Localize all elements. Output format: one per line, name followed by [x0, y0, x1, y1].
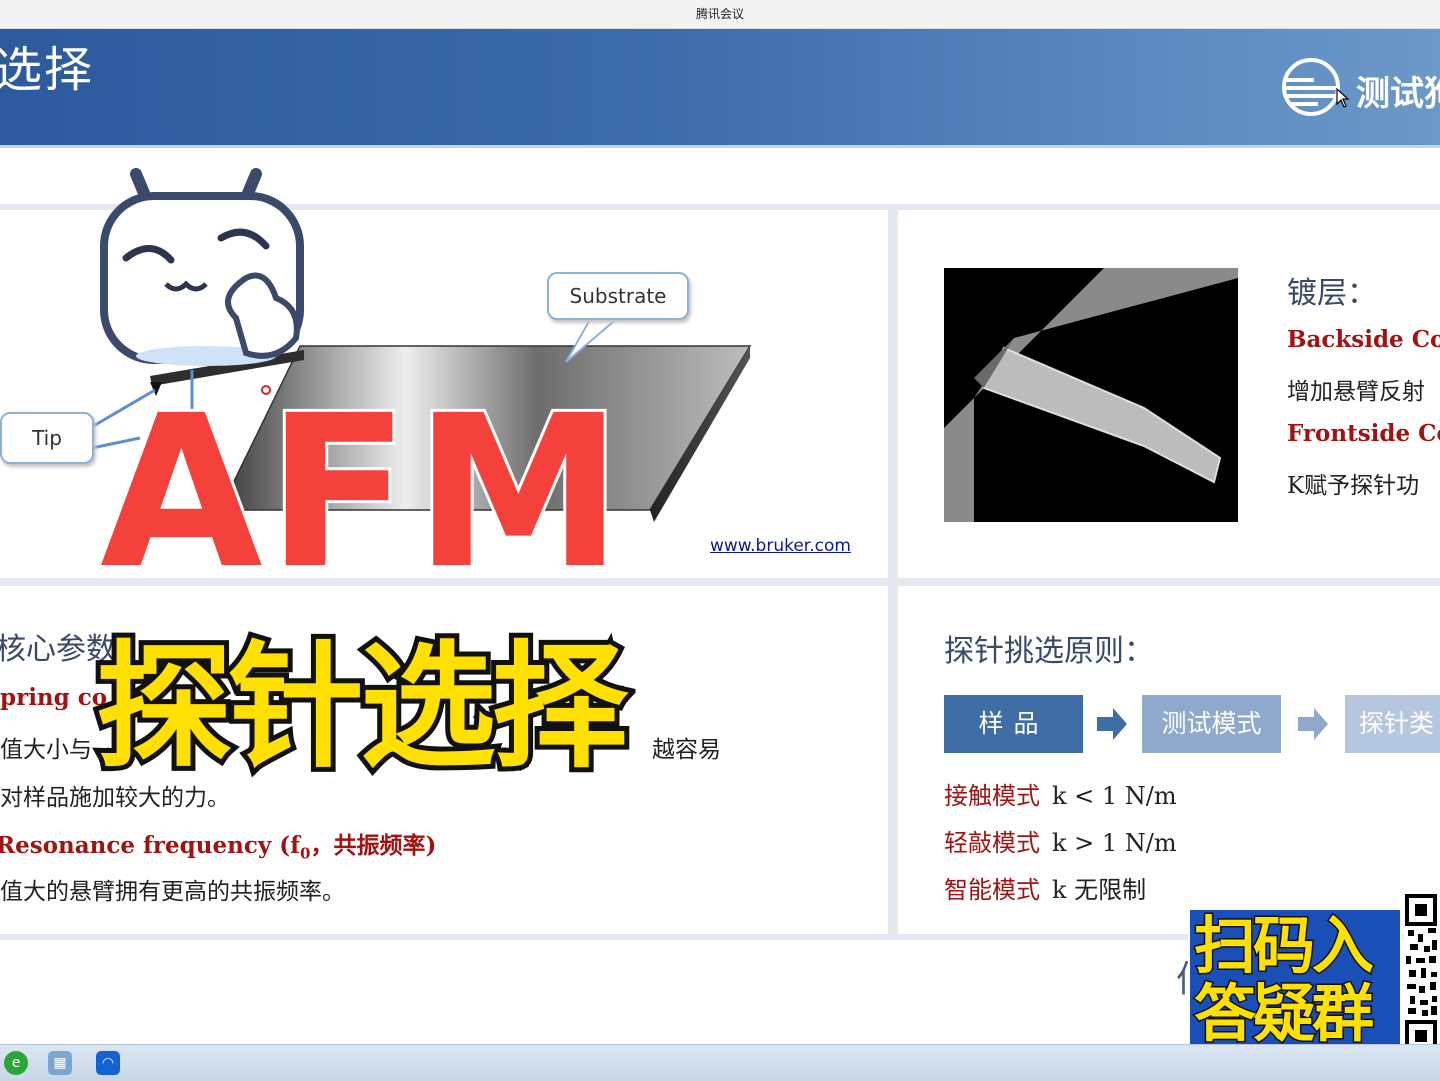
coating-title: 镀层：: [1287, 276, 1377, 311]
control-panel-icon[interactable]: ▦: [48, 1051, 72, 1075]
substrate-label: Substrate: [547, 272, 689, 320]
mode-name: 智能模式: [944, 876, 1040, 904]
backside-coating-label: Backside Coa: [1287, 326, 1440, 353]
cantilever-sem-image: [944, 268, 1238, 522]
resonance-label: Resonance frequency (f0，共振频率): [0, 826, 436, 863]
brand-logo-icon: [1282, 58, 1340, 116]
step-sample: 样品: [944, 695, 1083, 753]
mode-value: k > 1 N/m: [1052, 829, 1177, 857]
frontside-coating-label: Frontside Coa: [1287, 420, 1440, 447]
bruker-source-link[interactable]: www.bruker.com: [710, 536, 851, 556]
qr-promo-line2: 答疑群: [1192, 977, 1375, 1050]
spring-constant-label: pring co: [0, 684, 108, 711]
qr-promo-banner[interactable]: 扫码入 答疑群: [1188, 908, 1402, 1050]
mode-name: 接触模式: [944, 782, 1040, 810]
backside-coating-desc: 增加悬臂反射: [1287, 379, 1425, 405]
slide-header: [0, 29, 1440, 145]
window-title-bar: 腾讯会议: [0, 0, 1440, 29]
arrow-right-icon: [1097, 708, 1127, 740]
probe-selection-overlay-text: 探针选择: [91, 624, 633, 792]
tip-label: Tip: [0, 412, 94, 464]
qr-promo-text: 扫码入 答疑群: [1192, 909, 1375, 1050]
window-title: 腾讯会议: [695, 7, 744, 21]
mode-value: k < 1 N/m: [1052, 782, 1177, 810]
qr-code-icon[interactable]: [1404, 894, 1440, 1052]
tencent-meeting-icon[interactable]: ◠: [96, 1051, 120, 1075]
arrow-right-icon: [1298, 708, 1328, 740]
resonance-label-end: ，共振频率): [310, 832, 437, 859]
qr-promo-line1: 扫码入: [1192, 909, 1375, 982]
mode-smart: 智能模式 k 无限制: [944, 870, 1146, 905]
taskbar: e ▦ ◠: [0, 1044, 1440, 1081]
afm-overlay-text: AFM: [97, 370, 627, 615]
mode-contact: 接触模式 k < 1 N/m: [944, 776, 1177, 811]
mode-tapping: 轻敲模式 k > 1 N/m: [944, 823, 1177, 858]
mouse-cursor-icon: [1336, 88, 1350, 108]
header-divider: [0, 145, 1440, 148]
step-test-mode: 测试模式: [1142, 695, 1281, 753]
slide-title: 选择: [0, 42, 95, 98]
spring-desc-start: 值大小与: [0, 737, 92, 763]
frontside-coating-desc: K赋予探针功: [1287, 473, 1420, 499]
mode-name: 轻敲模式: [944, 829, 1040, 857]
resonance-desc: 值大的悬臂拥有更高的共振频率。: [0, 879, 345, 905]
step-probe-type: 探针类: [1345, 695, 1440, 753]
resonance-label-text: Resonance frequency (f: [0, 832, 300, 859]
resonance-subscript: 0: [300, 844, 311, 863]
mascot-sticker-icon: [100, 168, 304, 366]
principle-title: 探针挑选原则：: [944, 634, 1154, 669]
spring-desc-end: 越容易: [652, 737, 721, 763]
ie-icon[interactable]: e: [4, 1051, 28, 1075]
brand-logo-text: 测试狗: [1356, 74, 1440, 114]
mode-value: k 无限制: [1052, 876, 1147, 904]
